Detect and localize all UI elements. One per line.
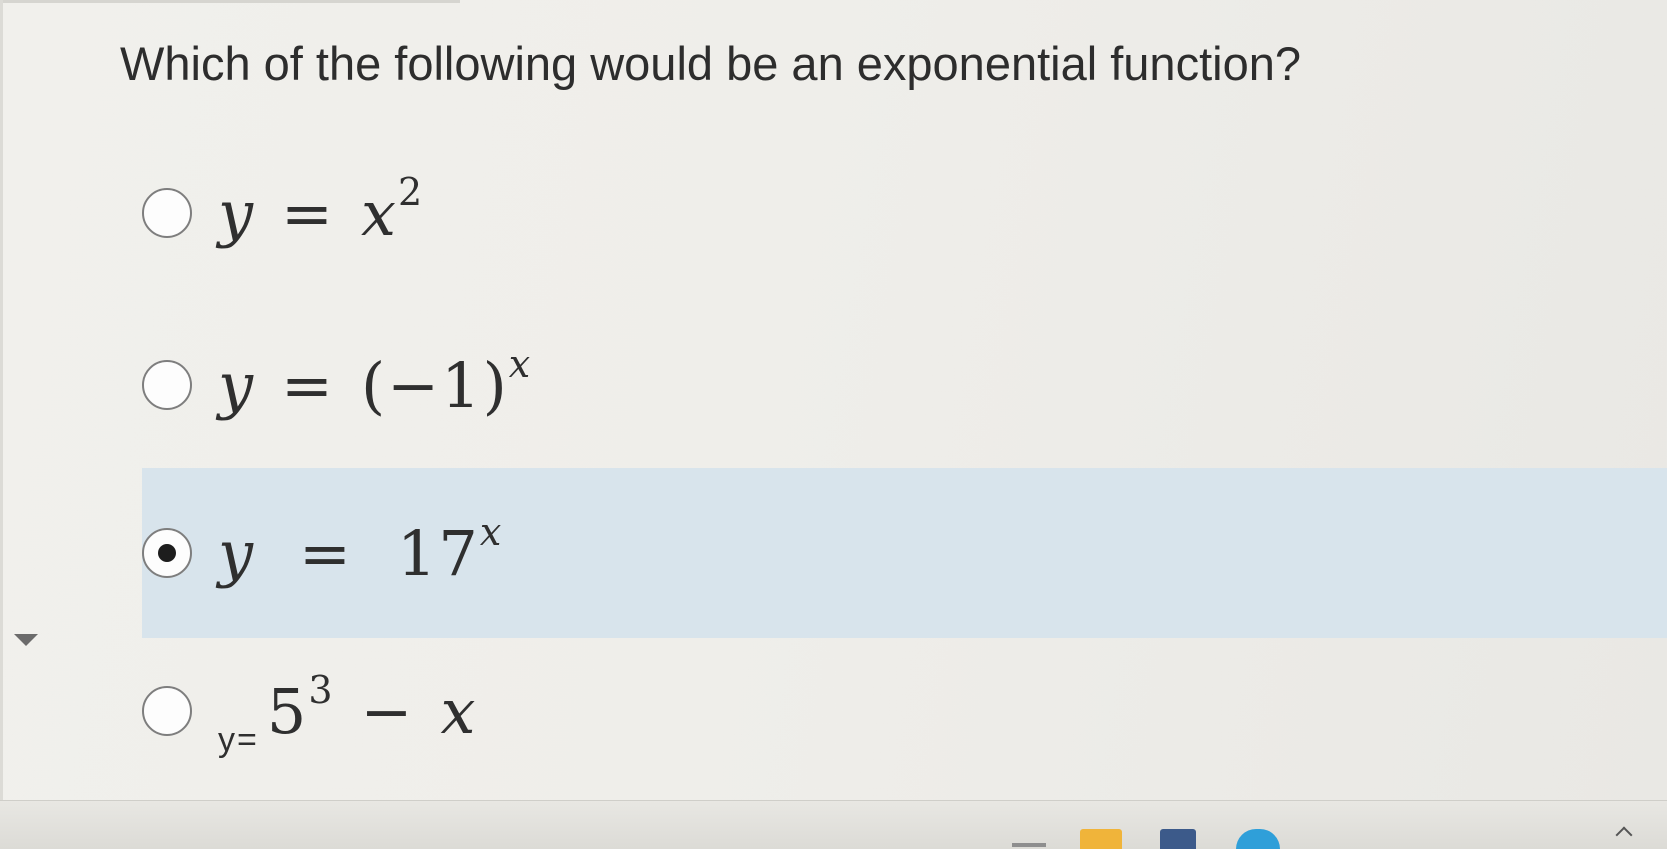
answer-option-1[interactable]: y = x2: [142, 128, 1667, 298]
option-1-math: y = x2: [218, 169, 425, 250]
radio-button[interactable]: [142, 360, 192, 410]
answer-option-2[interactable]: y = (−1)x: [142, 300, 1667, 470]
collapse-arrow-icon[interactable]: [14, 634, 38, 646]
top-divider: [0, 0, 460, 3]
radio-button-selected[interactable]: [142, 528, 192, 578]
taskbar: [0, 800, 1667, 849]
folder-icon[interactable]: [1080, 829, 1122, 849]
answer-option-3[interactable]: y = 17x: [142, 468, 1667, 638]
radio-button[interactable]: [142, 188, 192, 238]
store-icon[interactable]: [1160, 829, 1196, 849]
option-4-math: y= 53− x: [218, 667, 478, 759]
option-2-math: y = (−1)x: [218, 341, 533, 422]
option-3-math: y = 17x: [218, 509, 504, 590]
edge-browser-icon[interactable]: [1236, 829, 1280, 849]
question-text: Which of the following would be an expon…: [120, 37, 1301, 90]
left-edge: [0, 0, 3, 848]
radio-selected-dot: [158, 544, 176, 562]
radio-button[interactable]: [142, 686, 192, 736]
chevron-up-icon[interactable]: [1615, 826, 1633, 844]
answer-option-4[interactable]: y= 53− x: [142, 626, 1667, 796]
taskbar-app-icon[interactable]: [1012, 843, 1046, 847]
